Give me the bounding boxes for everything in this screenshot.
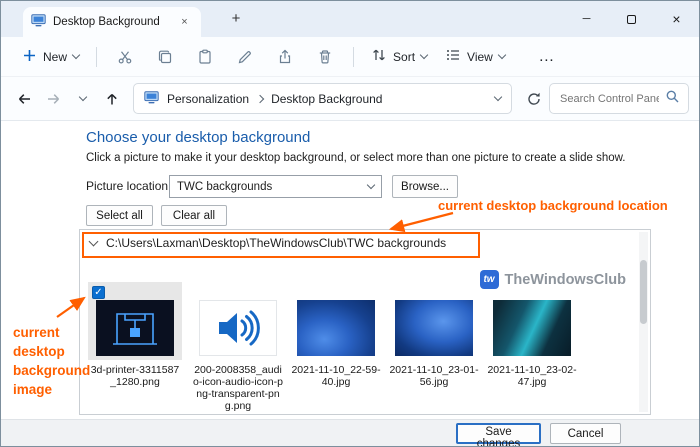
page-title: Choose your desktop background bbox=[86, 129, 311, 146]
toolbar-separator bbox=[353, 46, 355, 67]
thumbnail-wallpaper-2[interactable]: 2021-11-10_23-01-56.jpg bbox=[387, 282, 481, 388]
browse-button[interactable]: Browse... bbox=[392, 175, 458, 198]
annotation-image: current desktop background image bbox=[13, 325, 91, 397]
new-tab-button[interactable]: + bbox=[225, 8, 247, 30]
picture-location-label: Picture location: bbox=[86, 179, 172, 193]
recent-locations-chevron[interactable] bbox=[69, 85, 96, 113]
search-input[interactable] bbox=[558, 91, 661, 106]
tab-close-icon[interactable]: × bbox=[176, 14, 193, 31]
page-description: Click a picture to make it your desktop … bbox=[86, 152, 626, 164]
breadcrumb-personalization[interactable]: Personalization bbox=[167, 92, 249, 106]
view-button[interactable]: View bbox=[436, 42, 514, 71]
scrollbar-thumb[interactable] bbox=[640, 260, 647, 324]
speaker-thumbnail-image bbox=[199, 300, 277, 356]
thumbnail-label: 2021-11-10_23-01-56.jpg bbox=[389, 364, 479, 388]
breadcrumb-separator-icon bbox=[255, 94, 265, 103]
tab-desktop-background[interactable]: Desktop Background × bbox=[23, 7, 201, 37]
footer-bar: Save changes Cancel bbox=[1, 419, 699, 446]
address-row: Personalization Desktop Background bbox=[1, 77, 699, 121]
back-button[interactable] bbox=[11, 85, 38, 113]
save-changes-button[interactable]: Save changes bbox=[456, 423, 541, 446]
up-button[interactable] bbox=[98, 85, 125, 113]
wallpaper-thumbnail-image bbox=[297, 300, 375, 356]
address-dropdown-chevron[interactable] bbox=[493, 92, 503, 102]
cancel-button[interactable]: Cancel bbox=[550, 423, 621, 444]
thumbnail-image-area bbox=[289, 282, 383, 360]
wallpaper-thumbnail-image bbox=[395, 300, 473, 356]
gallery-group-header[interactable]: C:\Users\Laxman\Desktop\TheWindowsClub\T… bbox=[88, 236, 447, 250]
address-bar[interactable]: Personalization Desktop Background bbox=[133, 83, 512, 114]
thumbnail-image-area bbox=[387, 282, 481, 360]
search-box[interactable] bbox=[549, 83, 689, 114]
delete-button[interactable] bbox=[308, 43, 342, 71]
thumbnail-label: 2021-11-10_22-59-40.jpg bbox=[291, 364, 381, 388]
copy-button[interactable] bbox=[148, 43, 182, 71]
see-more-button[interactable]: … bbox=[530, 43, 564, 71]
explorer-window: Desktop Background × + ─ × New Sort View… bbox=[0, 0, 700, 447]
title-bar: Desktop Background × + ─ × bbox=[1, 1, 699, 37]
thumbnail-label: 2021-11-10_23-02-47.jpg bbox=[487, 364, 577, 388]
gallery-folder-path: C:\Users\Laxman\Desktop\TheWindowsClub\T… bbox=[106, 236, 447, 250]
select-all-button[interactable]: Select all bbox=[86, 205, 153, 226]
view-button-label: View bbox=[467, 49, 493, 64]
forward-button[interactable] bbox=[40, 85, 67, 113]
search-icon[interactable] bbox=[665, 89, 680, 109]
thumbnail-image-area bbox=[485, 282, 579, 360]
display-icon bbox=[31, 14, 46, 30]
new-button[interactable]: New bbox=[13, 43, 88, 71]
picture-location-select[interactable]: TWC backgrounds bbox=[169, 175, 382, 198]
personalization-icon bbox=[144, 90, 159, 107]
plus-icon bbox=[22, 48, 37, 66]
refresh-button[interactable] bbox=[520, 85, 547, 113]
thumbnail-wallpaper-1[interactable]: 2021-11-10_22-59-40.jpg bbox=[289, 282, 383, 388]
view-icon bbox=[445, 47, 461, 66]
annotation-location: current desktop background location bbox=[438, 198, 668, 213]
chevron-down-icon bbox=[366, 180, 376, 190]
paste-button[interactable] bbox=[188, 43, 222, 71]
sort-button-label: Sort bbox=[393, 49, 416, 64]
toolbar-separator bbox=[96, 46, 98, 67]
picture-gallery: C:\Users\Laxman\Desktop\TheWindowsClub\T… bbox=[79, 229, 651, 415]
command-toolbar: New Sort View … bbox=[1, 37, 699, 77]
sort-button[interactable]: Sort bbox=[362, 42, 436, 71]
chevron-down-icon bbox=[419, 50, 429, 60]
maximize-icon bbox=[627, 14, 636, 24]
tab-title: Desktop Background bbox=[53, 16, 160, 28]
breadcrumb-desktop-background[interactable]: Desktop Background bbox=[271, 92, 382, 106]
share-button[interactable] bbox=[268, 43, 302, 71]
collapse-chevron-icon[interactable] bbox=[88, 236, 99, 246]
thumbnail-wallpaper-3[interactable]: 2021-11-10_23-02-47.jpg bbox=[485, 282, 579, 388]
cut-button[interactable] bbox=[108, 43, 142, 71]
gallery-scrollbar[interactable] bbox=[639, 232, 648, 412]
selected-checkbox[interactable]: ✓ bbox=[92, 286, 105, 299]
chevron-down-icon bbox=[497, 50, 507, 60]
chevron-down-icon bbox=[71, 50, 81, 60]
close-button[interactable]: × bbox=[654, 1, 699, 37]
wallpaper-thumbnail-image bbox=[493, 300, 571, 356]
thumbnail-audio-icon[interactable]: 200-2008358_audio-icon-audio-icon-png-tr… bbox=[191, 282, 285, 412]
rename-button[interactable] bbox=[228, 43, 262, 71]
window-controls: ─ × bbox=[564, 1, 699, 37]
printer-thumbnail-image bbox=[96, 300, 174, 356]
minimize-button[interactable]: ─ bbox=[564, 1, 609, 37]
clear-all-button[interactable]: Clear all bbox=[161, 205, 227, 226]
sort-icon bbox=[371, 47, 387, 66]
thumbnail-label: 200-2008358_audio-icon-audio-icon-png-tr… bbox=[193, 364, 283, 412]
page-content: Choose your desktop background Click a p… bbox=[1, 121, 699, 419]
thumbnail-image-area bbox=[191, 282, 285, 360]
picture-location-value: TWC backgrounds bbox=[177, 180, 273, 193]
new-button-label: New bbox=[43, 49, 68, 64]
check-icon: ✓ bbox=[94, 287, 103, 298]
maximize-button[interactable] bbox=[609, 1, 654, 37]
